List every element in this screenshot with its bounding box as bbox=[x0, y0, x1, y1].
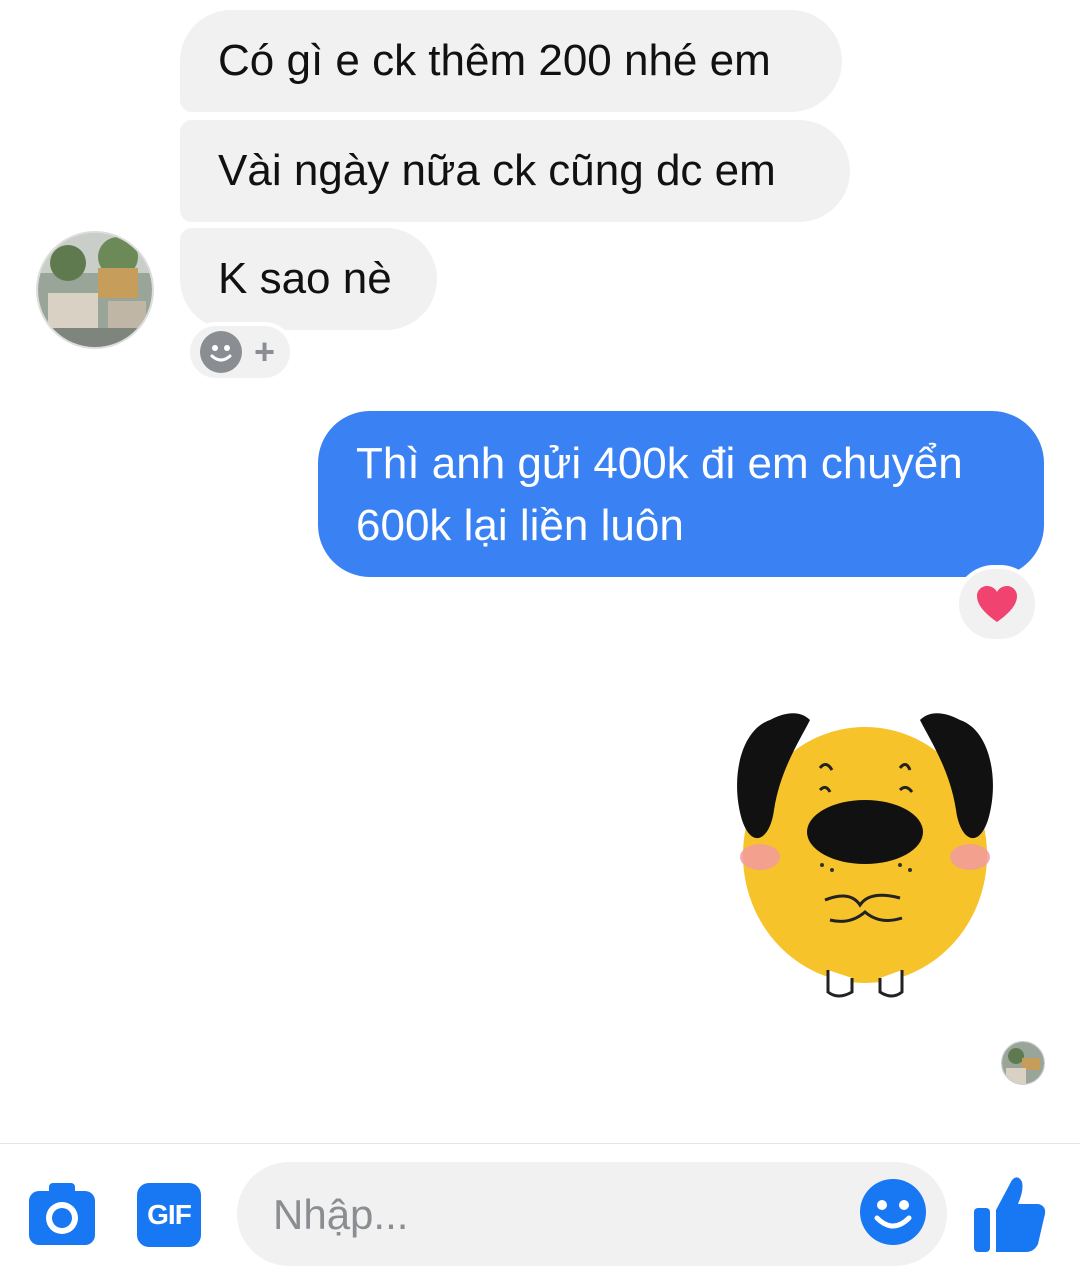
outgoing-message[interactable]: Thì anh gửi 400k đi em chuyển 600k lại l… bbox=[318, 411, 1044, 577]
heart-reaction[interactable] bbox=[955, 565, 1039, 643]
emoji-button[interactable] bbox=[859, 1178, 927, 1251]
gif-button[interactable]: GIF bbox=[137, 1183, 201, 1247]
message-text: K sao nè bbox=[218, 254, 392, 303]
message-text: Có gì e ck thêm 200 nhé em bbox=[218, 36, 771, 85]
gif-icon: GIF bbox=[147, 1199, 192, 1230]
add-reaction-button[interactable]: + bbox=[186, 322, 294, 382]
thumbs-up-button[interactable] bbox=[972, 1174, 1048, 1261]
camera-button[interactable] bbox=[27, 1179, 97, 1254]
incoming-message[interactable]: K sao nè bbox=[180, 228, 437, 330]
sender-avatar[interactable] bbox=[36, 231, 154, 349]
smiley-icon bbox=[200, 331, 242, 373]
camera-icon bbox=[29, 1183, 95, 1245]
message-composer: GIF bbox=[0, 1143, 1080, 1282]
heart-icon bbox=[977, 586, 1017, 622]
emoji-icon bbox=[860, 1179, 926, 1245]
message-input-container[interactable] bbox=[237, 1162, 947, 1266]
message-text-line: 600k lại liền luôn bbox=[356, 501, 684, 550]
message-text-line: Thì anh gửi 400k đi em chuyển bbox=[356, 439, 963, 488]
dog-sticker[interactable] bbox=[730, 700, 1000, 1010]
seen-avatar bbox=[1001, 1041, 1045, 1085]
plus-icon: + bbox=[254, 331, 276, 372]
incoming-message[interactable]: Vài ngày nữa ck cũng dc em bbox=[180, 120, 850, 222]
incoming-message[interactable]: Có gì e ck thêm 200 nhé em bbox=[180, 10, 842, 112]
thumbs-up-icon bbox=[974, 1177, 1046, 1252]
message-text: Vài ngày nữa ck cũng dc em bbox=[218, 146, 776, 195]
message-input[interactable] bbox=[271, 1182, 855, 1248]
